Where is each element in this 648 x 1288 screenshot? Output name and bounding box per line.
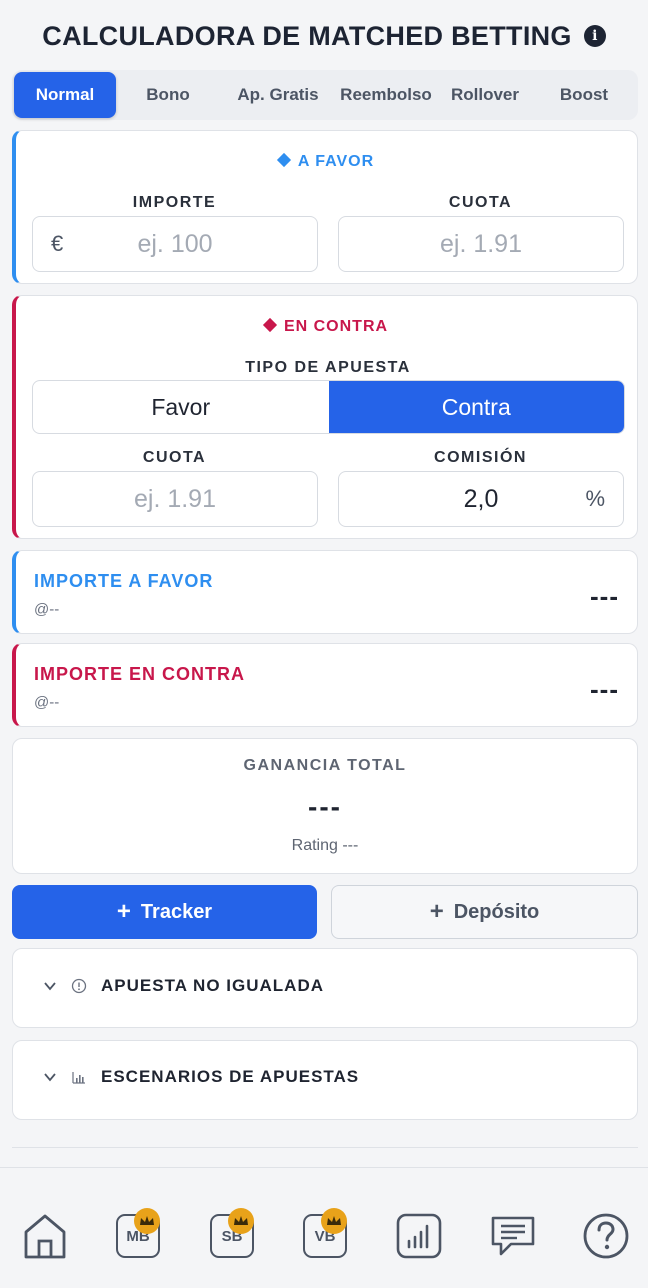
help-icon [583, 1213, 629, 1259]
importe-contra-result: IMPORTE EN CONTRA @-- --- [12, 643, 638, 727]
deposito-label: Depósito [453, 900, 540, 923]
diamond-icon [262, 317, 278, 333]
comision-input[interactable]: 2,0 % [338, 471, 624, 527]
ganancia-card: GANANCIA TOTAL --- Rating --- [12, 738, 638, 874]
importe-favor-odds: @-- [34, 601, 60, 618]
tab-rollover[interactable]: Rollover [436, 72, 534, 118]
favor-cuota-label: CUOTA [448, 194, 513, 211]
comision-label: COMISIÓN [434, 449, 527, 466]
mb-icon: MB [116, 1208, 160, 1258]
accordion-escenarios[interactable]: ESCENARIOS DE APUESTAS [12, 1040, 638, 1120]
nav-sb[interactable]: SB [204, 1208, 260, 1264]
contra-card: EN CONTRA TIPO DE APUESTA Favor Contra C… [12, 295, 638, 539]
favor-card: A FAVOR IMPORTE CUOTA € ej. 100 ej. 1.91 [12, 130, 638, 284]
nav-mb[interactable]: MB [110, 1208, 166, 1264]
tab-bono[interactable]: Bono [116, 72, 220, 118]
tab-reembolso[interactable]: Reembolso [336, 72, 436, 118]
ganancia-rating: Rating --- [291, 837, 359, 854]
header: CALCULADORA DE MATCHED BETTING i [0, 0, 648, 72]
accordion-row: ESCENARIOS DE APUESTAS [43, 1067, 359, 1087]
tracker-label: Tracker [140, 900, 213, 923]
tab-normal[interactable]: Normal [14, 72, 116, 118]
importe-placeholder: ej. 100 [137, 229, 213, 258]
euro-symbol: € [51, 231, 64, 256]
ganancia-title: GANANCIA TOTAL [243, 757, 407, 774]
chat-icon [491, 1216, 535, 1256]
favor-title: A FAVOR [16, 152, 637, 171]
contra-cuota-label: CUOTA [142, 449, 207, 466]
tipo-apuesta-label: TIPO DE APUESTA [245, 359, 411, 376]
favor-cuota-placeholder: ej. 1.91 [439, 229, 522, 258]
bottom-nav: MB SB VB [0, 1167, 648, 1288]
tipo-apuesta-toggle: Favor Contra [32, 380, 625, 434]
deposito-button[interactable]: + Depósito [331, 885, 638, 939]
vb-icon: VB [303, 1208, 347, 1258]
nav-stats[interactable] [391, 1208, 447, 1264]
tab-ap-gratis[interactable]: Ap. Gratis [220, 72, 336, 118]
comision-value: 2,0 [463, 484, 499, 513]
tab-boost[interactable]: Boost [534, 72, 634, 118]
importe-input[interactable]: € ej. 100 [32, 216, 318, 272]
crown-icon [321, 1208, 347, 1234]
importe-contra-title: IMPORTE EN CONTRA [34, 664, 246, 684]
accordion-apuesta-no-igualada[interactable]: APUESTA NO IGUALADA [12, 948, 638, 1028]
nav-chat[interactable] [485, 1208, 541, 1264]
crown-icon [134, 1208, 160, 1234]
accordion-label: ESCENARIOS DE APUESTAS [101, 1067, 360, 1086]
divider [12, 1147, 638, 1148]
favor-cuota-input[interactable]: ej. 1.91 [338, 216, 624, 272]
importe-contra-odds: @-- [34, 694, 60, 711]
diamond-icon [276, 152, 291, 168]
contra-cuota-placeholder: ej. 1.91 [133, 484, 216, 513]
importe-label: IMPORTE [132, 194, 217, 211]
chevron-down-icon [44, 1073, 56, 1082]
chevron-down-icon [44, 982, 56, 991]
alert-circle-icon [71, 978, 87, 994]
nav-home[interactable] [17, 1208, 73, 1264]
importe-contra-value: --- [590, 674, 619, 704]
mode-tabs: Normal Bono Ap. Gratis Reembolso Rollove… [12, 70, 638, 120]
stats-icon [396, 1213, 442, 1259]
home-icon [24, 1214, 66, 1259]
nav-vb[interactable]: VB [297, 1208, 353, 1264]
bar-chart-icon [72, 1072, 85, 1084]
tracker-button[interactable]: + Tracker [12, 885, 317, 939]
accordion-row: APUESTA NO IGUALADA [43, 976, 324, 996]
plus-icon: + [429, 898, 444, 925]
tipo-contra-option[interactable]: Contra [328, 381, 624, 433]
page-title: CALCULADORA DE MATCHED BETTING [42, 20, 572, 51]
tipo-favor-option[interactable]: Favor [33, 381, 329, 433]
importe-favor-result: IMPORTE A FAVOR @-- --- [12, 550, 638, 634]
importe-favor-value: --- [590, 581, 619, 611]
nav-help[interactable] [578, 1208, 634, 1264]
accordion-label: APUESTA NO IGUALADA [101, 976, 324, 995]
percent-unit: % [585, 486, 605, 511]
importe-favor-title: IMPORTE A FAVOR [34, 571, 214, 591]
contra-title: EN CONTRA [16, 317, 637, 336]
crown-icon [228, 1208, 254, 1234]
ganancia-value: --- [308, 791, 342, 822]
sb-icon: SB [210, 1208, 254, 1258]
plus-icon: + [116, 898, 131, 925]
contra-cuota-input[interactable]: ej. 1.91 [32, 471, 318, 527]
info-icon[interactable]: i [583, 25, 606, 47]
